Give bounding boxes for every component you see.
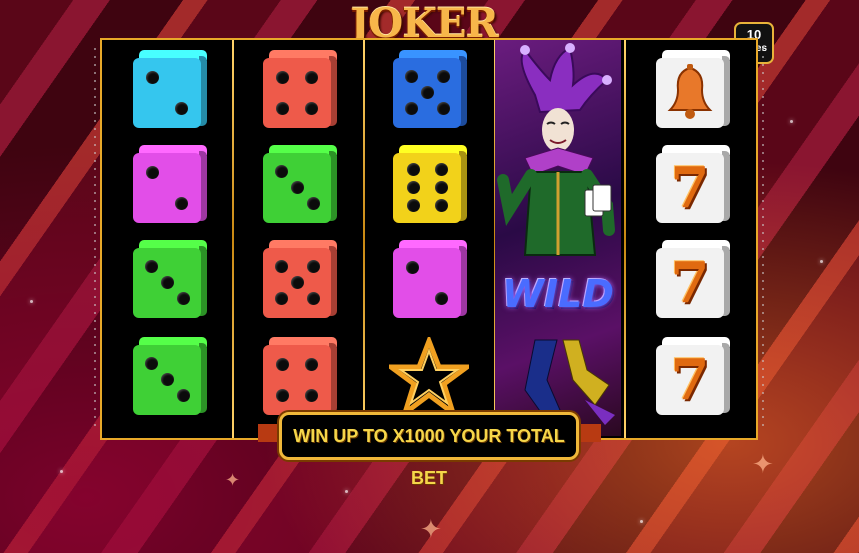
seven-symbol: 7 bbox=[656, 240, 730, 318]
dice-pip bbox=[435, 163, 448, 176]
dice-symbol-red-5 bbox=[263, 240, 337, 318]
dice-pip bbox=[405, 102, 418, 115]
dice-pip bbox=[406, 261, 419, 274]
dice-pip bbox=[177, 389, 190, 402]
dice-pip bbox=[307, 197, 320, 210]
seven-icon: 7 bbox=[670, 347, 710, 413]
dice-face bbox=[133, 153, 201, 223]
dice-pip bbox=[437, 70, 450, 83]
dice-pip bbox=[435, 199, 448, 212]
dice-symbol-green-3 bbox=[263, 145, 337, 223]
dice-pip bbox=[177, 292, 190, 305]
dice-symbol-cyan-2 bbox=[133, 50, 207, 128]
dice-pip bbox=[421, 86, 434, 99]
dice-pip bbox=[276, 71, 289, 84]
reel-dots-right bbox=[762, 48, 764, 428]
joker-wild-symbol: WILD bbox=[495, 40, 621, 436]
dice-face bbox=[133, 248, 201, 318]
dice-symbol-pink-2 bbox=[393, 240, 467, 318]
dice-pip bbox=[146, 71, 159, 84]
dice-pip bbox=[305, 102, 318, 115]
sparkle-star-icon: ✦ bbox=[420, 515, 442, 545]
dice-face bbox=[133, 345, 201, 415]
dice-face bbox=[263, 345, 331, 415]
dice-pip bbox=[305, 389, 318, 402]
dice-pip bbox=[275, 260, 288, 273]
dice-pip bbox=[307, 260, 320, 273]
dice-symbol-green-3 bbox=[133, 240, 207, 318]
dice-symbol-red-4 bbox=[263, 50, 337, 128]
dice-pip bbox=[305, 358, 318, 371]
star-icon bbox=[383, 334, 475, 420]
reel-dots-left bbox=[94, 48, 96, 428]
dice-pip bbox=[146, 166, 159, 179]
reel-separator bbox=[624, 40, 626, 438]
reel-separator bbox=[363, 40, 365, 438]
dice-pip bbox=[161, 373, 174, 386]
dice-pip bbox=[276, 102, 289, 115]
dice-face bbox=[263, 248, 331, 318]
dice-pip bbox=[276, 389, 289, 402]
sparkle bbox=[30, 300, 33, 303]
dice-face bbox=[263, 153, 331, 223]
reel-separator bbox=[232, 40, 234, 438]
joker-icon bbox=[497, 43, 615, 425]
sparkle bbox=[60, 470, 63, 473]
win-banner: WIN UP TO X1000 YOUR TOTAL BET bbox=[279, 412, 579, 488]
dice-pip bbox=[437, 102, 450, 115]
bell-symbol bbox=[656, 50, 730, 128]
dice-pip bbox=[161, 276, 174, 289]
wild-label: WILD bbox=[502, 272, 614, 316]
star-symbol bbox=[383, 334, 475, 420]
dice-pip bbox=[175, 102, 188, 115]
dice-pip bbox=[145, 357, 158, 370]
dice-face bbox=[263, 58, 331, 128]
dice-symbol-yellow-6 bbox=[393, 145, 467, 223]
seven-icon: 7 bbox=[670, 155, 710, 221]
dice-pip bbox=[276, 358, 289, 371]
dice-symbol-blue-5 bbox=[393, 50, 467, 128]
sparkle bbox=[820, 260, 823, 263]
seven-icon: 7 bbox=[670, 250, 710, 316]
sparkle bbox=[790, 120, 793, 123]
dice-pip bbox=[275, 292, 288, 305]
dice-pip bbox=[407, 163, 420, 176]
seven-symbol: 7 bbox=[656, 337, 730, 415]
dice-pip bbox=[435, 292, 448, 305]
dice-symbol-red-4 bbox=[263, 337, 337, 415]
dice-pip bbox=[407, 181, 420, 194]
sparkle bbox=[640, 520, 643, 523]
bell-icon bbox=[667, 64, 713, 119]
win-banner-text: WIN UP TO X1000 YOUR TOTAL BET bbox=[293, 426, 565, 488]
dice-face bbox=[393, 153, 461, 223]
dice-pip bbox=[291, 276, 304, 289]
dice-face bbox=[393, 58, 461, 128]
dice-pip bbox=[145, 260, 158, 273]
seven-symbol: 7 bbox=[656, 145, 730, 223]
sparkle-star-icon: ✦ bbox=[752, 450, 774, 480]
dice-face bbox=[133, 58, 201, 128]
dice-face bbox=[393, 248, 461, 318]
dice-pip bbox=[305, 71, 318, 84]
dice-symbol-pink-2 bbox=[133, 145, 207, 223]
dice-pip bbox=[175, 197, 188, 210]
dice-pip bbox=[307, 292, 320, 305]
dice-pip bbox=[407, 199, 420, 212]
dice-pip bbox=[275, 165, 288, 178]
dice-symbol-green-3 bbox=[133, 337, 207, 415]
dice-pip bbox=[435, 181, 448, 194]
dice-pip bbox=[405, 70, 418, 83]
sparkle-star-icon: ✦ bbox=[225, 470, 241, 491]
dice-pip bbox=[291, 181, 304, 194]
